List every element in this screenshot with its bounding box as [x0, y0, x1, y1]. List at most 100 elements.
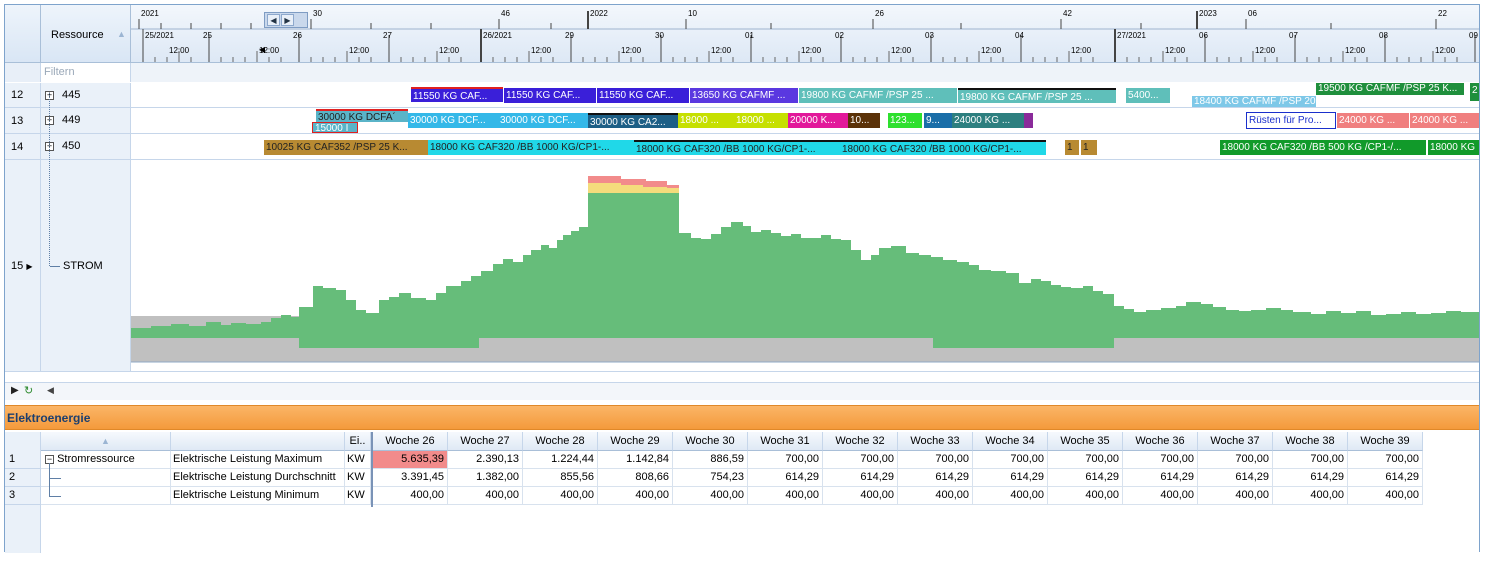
nav-left-icon[interactable]: ◀ [267, 14, 280, 26]
timescale-header[interactable]: 2021 30 46 2022 10 26 42 2023 06 22 25/2… [131, 5, 1479, 63]
grid-cell-unit[interactable]: KW [345, 451, 371, 469]
gantt-bar[interactable]: 18000 ... [734, 113, 788, 128]
grid-cell-value[interactable]: 614,29 [1198, 469, 1273, 487]
column-header-week[interactable]: Woche 39 [1348, 432, 1423, 451]
gantt-bar[interactable]: 11550 KG CAF... [597, 88, 689, 103]
filter-input[interactable]: Filtern [41, 63, 131, 82]
gantt-bar[interactable]: 20000 K... [788, 113, 848, 128]
grid-cell-value[interactable]: 400,00 [898, 487, 973, 505]
grid-cell-value[interactable]: 400,00 [673, 487, 748, 505]
column-header-week[interactable]: Woche 31 [748, 432, 823, 451]
gantt-bar[interactable]: 10... [848, 113, 880, 128]
grid-cell-value[interactable]: 700,00 [748, 451, 823, 469]
refresh-icon[interactable]: ↻ [24, 384, 33, 397]
gantt-bar[interactable]: 1 [1065, 140, 1079, 155]
grid-cell-value[interactable]: 400,00 [1273, 487, 1348, 505]
gantt-bar[interactable]: 2 [1470, 83, 1479, 101]
column-header-week[interactable]: Woche 26 [373, 432, 448, 451]
grid-cell-value[interactable]: 855,56 [523, 469, 598, 487]
grid-cell-value[interactable]: 614,29 [1273, 469, 1348, 487]
gantt-lane-450[interactable]: 10025 KG CAF352 /PSP 25 K... 18000 KG CA… [131, 134, 1479, 160]
gantt-bar[interactable]: 30000 KG DCF... [498, 113, 588, 128]
grid-cell-value[interactable]: 614,29 [898, 469, 973, 487]
column-header-week[interactable]: Woche 28 [523, 432, 598, 451]
grid-cell-value[interactable]: 400,00 [748, 487, 823, 505]
column-header-week[interactable]: Woche 35 [1048, 432, 1123, 451]
grid-cell-value[interactable]: 400,00 [1048, 487, 1123, 505]
strom-load-chart[interactable] [131, 160, 1479, 372]
grid-cell-value[interactable]: 400,00 [1198, 487, 1273, 505]
gantt-bar[interactable]: 18400 KG CAFMF /PSP 20 [1192, 96, 1316, 107]
gantt-bar[interactable]: 30000 KG CA2... [588, 113, 678, 128]
grid-cell-value[interactable]: 400,00 [448, 487, 523, 505]
resource-row-450[interactable]: + 450 [41, 134, 131, 160]
gantt-bar[interactable]: 18000 KG CAF320 /BB 1000 KG/CP1-... [840, 140, 1046, 155]
resource-row-445[interactable]: + 445 [41, 83, 131, 108]
column-header-resource[interactable]: ▲ [41, 432, 171, 451]
grid-cell-value[interactable]: 700,00 [823, 451, 898, 469]
column-header-week[interactable]: Woche 27 [448, 432, 523, 451]
gantt-lane-449[interactable]: 30000 KG DCFA´ 15000 I 30000 KG DCF... 3… [131, 108, 1479, 134]
column-header-week[interactable]: Woche 32 [823, 432, 898, 451]
gantt-bar[interactable]: 18000 KG CAF320 /BB 1000 KG/CP1-... [634, 140, 840, 155]
column-header-week[interactable]: Woche 38 [1273, 432, 1348, 451]
grid-cell-value[interactable]: 614,29 [1123, 469, 1198, 487]
gantt-bar[interactable]: 30000 KG DCFA´ [316, 109, 408, 122]
gantt-bar[interactable]: 9... [924, 113, 952, 128]
grid-cell-value[interactable]: 614,29 [748, 469, 823, 487]
grid-cell-value[interactable]: 754,23 [673, 469, 748, 487]
gantt-bar[interactable]: 30000 KG DCF... [408, 113, 498, 128]
gantt-bar[interactable]: 24000 KG ... [952, 113, 1024, 128]
play-icon[interactable]: ▶ [11, 385, 19, 396]
resource-column-header[interactable]: Ressource ▲ [41, 5, 131, 63]
column-header-name[interactable] [171, 432, 345, 451]
grid-cell-value[interactable]: 886,59 [673, 451, 748, 469]
gantt-bar[interactable]: Rüsten für Pro... [1246, 112, 1336, 129]
gantt-bar[interactable]: 19800 KG CAFMF /PSP 25 ... [958, 88, 1116, 103]
scroll-left-icon[interactable]: ◀ [257, 41, 267, 59]
gantt-bar[interactable]: 18000 KG CAF320 /BB 1000 KG/CP1-... [428, 140, 634, 155]
grid-cell-value[interactable]: 400,00 [973, 487, 1048, 505]
grid-cell-value[interactable]: 700,00 [973, 451, 1048, 469]
grid-cell-value[interactable]: 614,29 [1048, 469, 1123, 487]
column-header-week[interactable]: Woche 36 [1123, 432, 1198, 451]
gantt-bar[interactable]: 18000 KG [1428, 140, 1479, 155]
column-header-week[interactable]: Woche 34 [973, 432, 1048, 451]
grid-cell-value[interactable]: 400,00 [523, 487, 598, 505]
grid-cell-value[interactable]: 700,00 [1273, 451, 1348, 469]
gantt-bar[interactable]: 19500 KG CAFMF /PSP 25 K... [1316, 83, 1464, 95]
gantt-bar[interactable]: 18000 ... [678, 113, 734, 128]
column-header-week[interactable]: Woche 37 [1198, 432, 1273, 451]
grid-cell-value[interactable]: 400,00 [1123, 487, 1198, 505]
grid-cell-value[interactable]: 614,29 [973, 469, 1048, 487]
grid-cell-value[interactable]: 700,00 [1198, 451, 1273, 469]
grid-cell-value[interactable]: 2.390,13 [448, 451, 523, 469]
gantt-bar[interactable]: 24000 KG ... [1410, 113, 1479, 128]
column-header-week[interactable]: Woche 30 [673, 432, 748, 451]
gantt-bar[interactable]: 13650 KG CAFMF ... [690, 88, 798, 103]
gantt-lane-445[interactable]: 11550 KG CAF... 11550 KG CAF... 11550 KG… [131, 83, 1479, 108]
grid-cell-value[interactable]: 400,00 [823, 487, 898, 505]
grid-cell-value[interactable]: 1.142,84 [598, 451, 673, 469]
grid-cell-value[interactable]: 1.382,00 [448, 469, 523, 487]
grid-cell-value[interactable]: 700,00 [1048, 451, 1123, 469]
gantt-bar[interactable]: 11550 KG CAF... [411, 87, 503, 102]
nav-right-icon[interactable]: ▶ [281, 14, 294, 26]
grid-cell-value[interactable]: 700,00 [898, 451, 973, 469]
grid-cell-value[interactable]: 700,00 [1123, 451, 1198, 469]
gantt-bar[interactable]: 1 [1081, 140, 1097, 155]
grid-cell-value[interactable]: 614,29 [1348, 469, 1423, 487]
resource-row-449[interactable]: + 449 [41, 108, 131, 134]
gantt-bar[interactable]: 15000 I [312, 122, 358, 133]
grid-cell-value[interactable]: 700,00 [1348, 451, 1423, 469]
gantt-bar[interactable]: 19800 KG CAFMF /PSP 25 ... [799, 88, 957, 103]
grid-cell-name[interactable]: Elektrische Leistung Minimum [171, 487, 345, 505]
grid-cell-value[interactable]: 1.224,44 [523, 451, 598, 469]
grid-cell-value[interactable]: 3.391,45 [373, 469, 448, 487]
gantt-bar[interactable]: 24000 KG ... [1337, 113, 1409, 128]
scroll-left-icon[interactable]: ◀ [47, 385, 54, 396]
grid-cell-name[interactable]: Elektrische Leistung Maximum [171, 451, 345, 469]
column-header-week[interactable]: Woche 29 [598, 432, 673, 451]
gantt-bar[interactable]: 18000 KG CAF320 /BB 500 KG /CP1-/... [1220, 140, 1426, 155]
grid-cell-name[interactable]: Elektrische Leistung Durchschnitt [171, 469, 345, 487]
